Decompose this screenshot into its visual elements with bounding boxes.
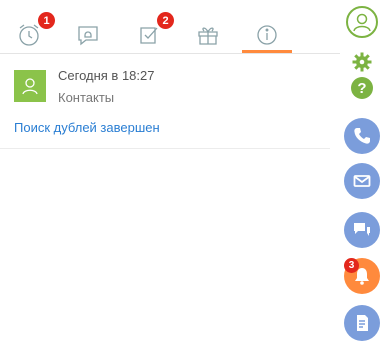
notifications-badge: 3 bbox=[344, 258, 359, 273]
profile-button[interactable] bbox=[346, 6, 378, 38]
chat-bubble-icon bbox=[78, 26, 98, 46]
info-icon bbox=[257, 25, 277, 45]
alarm-clock-icon bbox=[19, 24, 39, 46]
user-avatar-icon bbox=[353, 13, 371, 32]
phone-icon bbox=[354, 128, 370, 144]
notification-message-link[interactable]: Поиск дублей завершен bbox=[14, 120, 160, 135]
document-icon bbox=[357, 315, 368, 331]
help-button[interactable]: ? bbox=[351, 77, 373, 99]
feed-button[interactable] bbox=[344, 212, 380, 248]
notification-item[interactable]: Сегодня в 18:27 Контакты bbox=[14, 68, 334, 108]
documents-button[interactable] bbox=[344, 305, 380, 341]
tab-feed[interactable] bbox=[73, 20, 103, 50]
right-sidebar: ? 3 bbox=[340, 0, 385, 347]
help-icon: ? bbox=[357, 79, 367, 97]
notification-tabs: 1 2 bbox=[0, 0, 340, 55]
notification-section: Контакты bbox=[58, 90, 115, 105]
user-icon bbox=[22, 78, 38, 95]
notification-panel: 1 2 Сегодня в 18:27 Контакты Поиск дубле… bbox=[0, 0, 340, 347]
settings-button[interactable] bbox=[351, 51, 373, 73]
tab-anniversaries[interactable] bbox=[193, 20, 223, 50]
reminders-badge: 1 bbox=[38, 12, 55, 29]
chat-icon bbox=[354, 223, 370, 236]
calls-button[interactable] bbox=[344, 118, 380, 154]
tab-info[interactable] bbox=[252, 20, 282, 50]
notification-time: Сегодня в 18:27 bbox=[58, 68, 155, 83]
tabs-divider bbox=[0, 53, 340, 54]
email-button[interactable] bbox=[344, 163, 380, 199]
mail-icon bbox=[353, 175, 371, 187]
gift-icon bbox=[198, 27, 218, 45]
gear-icon bbox=[352, 52, 372, 72]
notification-divider bbox=[0, 148, 330, 149]
tasks-badge: 2 bbox=[157, 12, 174, 29]
contact-avatar bbox=[14, 70, 46, 102]
